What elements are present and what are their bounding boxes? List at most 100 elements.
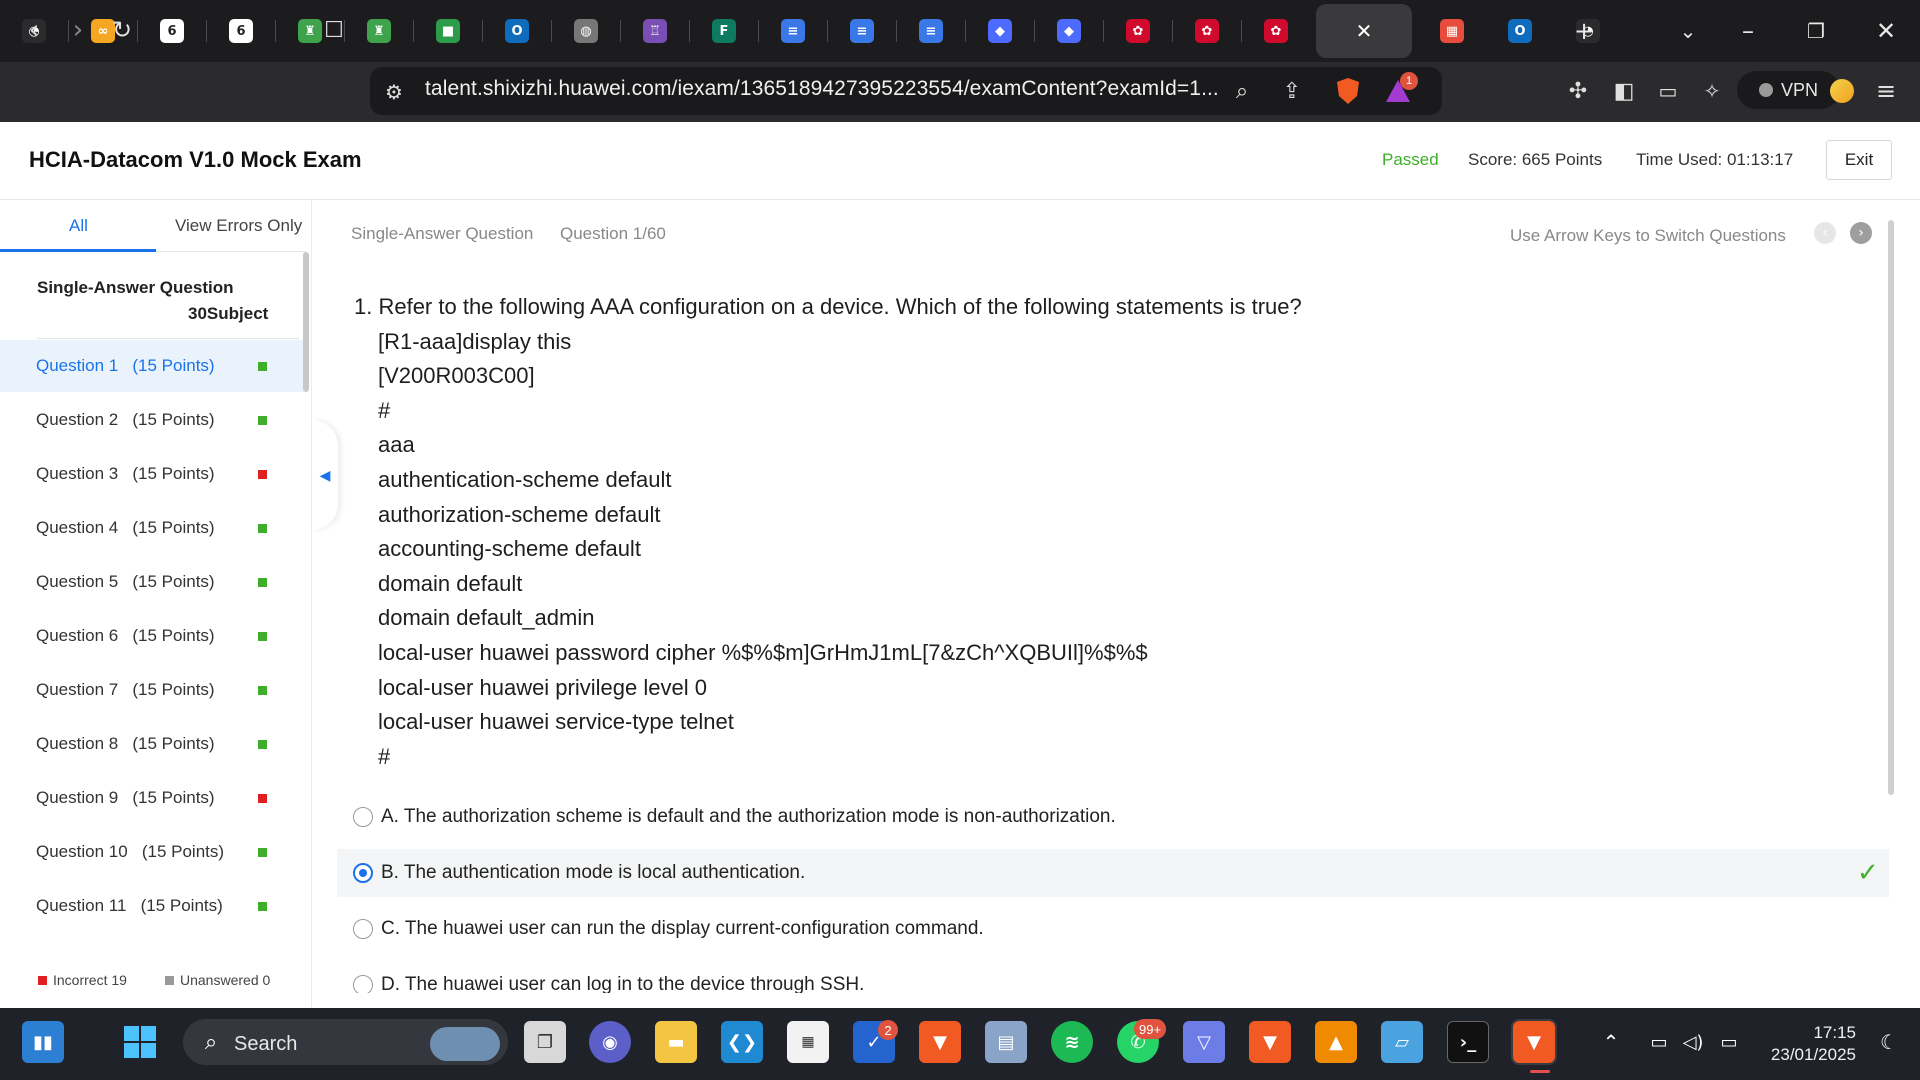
radio-button[interactable] <box>353 807 373 827</box>
network-app-icon[interactable]: ▤ <box>985 1021 1027 1063</box>
bookmark-icon[interactable]: ☐ <box>314 10 354 50</box>
question-list-item[interactable]: Question 6 (15 Points) <box>0 610 304 662</box>
browser-tab[interactable]: ≡ <box>828 4 896 58</box>
section-divider <box>37 338 299 339</box>
file-explorer-icon[interactable]: ▬ <box>655 1021 697 1063</box>
share-icon[interactable]: ⇪ <box>1272 71 1312 111</box>
browser-tab[interactable]: ≡ <box>897 4 965 58</box>
exit-button[interactable]: Exit <box>1826 140 1892 180</box>
vscode-icon[interactable]: ❮❯ <box>721 1021 763 1063</box>
brave-taskbar-icon[interactable]: ▼ <box>919 1021 961 1063</box>
leo-ai-icon[interactable]: ✧ <box>1692 71 1732 111</box>
start-button[interactable] <box>119 1021 161 1063</box>
tab-list-chevron-icon[interactable]: ⌄ <box>1654 0 1722 62</box>
browser-tab[interactable]: O <box>483 4 551 58</box>
radio-button[interactable] <box>353 863 373 883</box>
browser-tab[interactable]: ■ <box>414 4 482 58</box>
browser-tab[interactable]: 6 <box>138 4 206 58</box>
taskbar-clock[interactable]: 17:15 23/01/2025 <box>1756 1022 1856 1066</box>
extensions-icon[interactable]: ✣ <box>1558 71 1598 111</box>
time-used: Time Used: 01:13:17 <box>1636 150 1794 169</box>
unanswered-swatch <box>165 975 174 985</box>
previous-question-button[interactable]: ‹ <box>1814 222 1836 244</box>
browser-tab[interactable]: ✿ <box>1242 4 1310 58</box>
question-list-item[interactable]: Question 1 (15 Points) <box>0 340 304 392</box>
todo-badge: 2 <box>878 1020 898 1040</box>
question-list-item[interactable]: Question 5 (15 Points) <box>0 556 304 608</box>
question-list-item[interactable]: Question 3 (15 Points) <box>0 448 304 500</box>
tab-errors-only[interactable]: View Errors Only <box>175 216 302 236</box>
tray-chevron-icon[interactable]: ⌃ <box>1590 1021 1632 1063</box>
terminal-icon[interactable]: ›_ <box>1447 1021 1489 1063</box>
question-list-item[interactable]: Question 9 (15 Points) <box>0 772 304 824</box>
widgets-icon[interactable]: ▮▮ <box>22 1021 64 1063</box>
brave-active-icon[interactable]: ▼ <box>1511 1019 1557 1065</box>
question-list-item[interactable]: Question 8 (15 Points) <box>0 718 304 770</box>
docs-icon: ≡ <box>781 19 805 43</box>
config-line: # <box>378 397 391 423</box>
question-list-item[interactable]: Question 7 (15 Points) <box>0 664 304 716</box>
browser-tab[interactable]: 6 <box>207 4 275 58</box>
sidebar-toggle-icon[interactable]: ◧ <box>1604 71 1644 111</box>
close-tab-icon[interactable]: ✕ <box>1356 19 1373 43</box>
radio-button[interactable] <box>353 975 373 995</box>
site-settings-icon[interactable]: ⚙ <box>374 72 414 112</box>
browser-tab[interactable]: ✿ <box>1104 4 1172 58</box>
wallet-icon[interactable]: ▭ <box>1648 71 1688 111</box>
forward-button[interactable]: › <box>58 10 98 50</box>
browser-tab[interactable]: O <box>1486 4 1554 58</box>
browser-tab[interactable]: ♜ <box>345 4 413 58</box>
sidebar-scrollbar[interactable] <box>303 252 309 392</box>
browser-tab[interactable]: F <box>690 4 758 58</box>
active-tab[interactable]: ✕ <box>1316 4 1412 58</box>
answer-option[interactable]: A. The authorization scheme is default a… <box>337 793 1889 841</box>
browser-tab[interactable]: ✿ <box>1173 4 1241 58</box>
browser-tab[interactable]: ▦ <box>1418 4 1486 58</box>
task-view-icon[interactable]: ❐ <box>524 1021 566 1063</box>
close-window-button[interactable]: ✕ <box>1852 0 1920 62</box>
question-list-item[interactable]: Question 10 (15 Points) <box>0 826 304 878</box>
question-list-item[interactable]: Question 11 (15 Points) <box>0 880 304 932</box>
search-icon: ⌕ <box>204 1029 218 1055</box>
new-tab-button[interactable]: + <box>1550 0 1618 62</box>
answer-option-text: A. The authorization scheme is default a… <box>381 806 1116 827</box>
back-button[interactable]: ‹ <box>14 10 54 50</box>
exam-title: HCIA-Datacom V1.0 Mock Exam <box>29 147 362 172</box>
battery-icon[interactable]: ▭ <box>1708 1021 1750 1063</box>
config-line: [V200R003C00] <box>378 363 535 389</box>
question-list-item[interactable]: Question 2 (15 Points) <box>0 394 304 446</box>
next-question-button[interactable]: › <box>1850 222 1872 244</box>
brave-shields-icon[interactable] <box>1328 71 1368 111</box>
brave-beta-icon[interactable]: ▼ <box>1249 1021 1291 1063</box>
browser-tab[interactable]: ◆ <box>1035 4 1103 58</box>
reload-button[interactable]: ↻ <box>102 10 142 50</box>
content-scrollbar[interactable] <box>1888 220 1894 795</box>
minimize-button[interactable]: – <box>1714 0 1782 62</box>
vlc-icon[interactable]: ▲ <box>1315 1021 1357 1063</box>
spotify-icon[interactable]: ≋ <box>1051 1021 1093 1063</box>
restore-button[interactable]: ❐ <box>1782 0 1850 62</box>
browser-tab[interactable]: ◆ <box>966 4 1034 58</box>
answer-option[interactable]: C. The huawei user can run the display c… <box>337 905 1889 953</box>
drive-icon[interactable]: ▱ <box>1381 1021 1423 1063</box>
url-text[interactable]: talent.shixizhi.huawei.com/iexam/1365189… <box>425 77 1219 101</box>
section-count: 30Subject <box>188 304 269 323</box>
zoom-icon[interactable]: ⌕ <box>1222 71 1262 111</box>
store-icon[interactable]: ▦ <box>787 1021 829 1063</box>
collapse-sidebar-button[interactable]: ◀ <box>312 420 338 530</box>
legend-incorrect-label: Incorrect 19 <box>53 972 127 988</box>
browser-tab[interactable]: ◍ <box>552 4 620 58</box>
config-line: local-user huawei privilege level 0 <box>378 674 707 700</box>
question-list-item[interactable]: Question 4 (15 Points) <box>0 502 304 554</box>
radio-button[interactable] <box>353 919 373 939</box>
notification-icon[interactable]: ☾ <box>1868 1021 1910 1063</box>
search-highlight-image <box>430 1027 500 1061</box>
browser-tab[interactable]: ♖ <box>621 4 689 58</box>
browser-tab[interactable]: ≡ <box>759 4 827 58</box>
profile-avatar[interactable] <box>1822 71 1862 111</box>
proton-icon[interactable]: ▽ <box>1183 1021 1225 1063</box>
tab-all[interactable]: All <box>69 216 88 236</box>
chat-icon[interactable]: ◉ <box>589 1021 631 1063</box>
menu-icon[interactable]: ≡ <box>1866 71 1906 111</box>
answer-option[interactable]: B. The authentication mode is local auth… <box>337 849 1889 897</box>
